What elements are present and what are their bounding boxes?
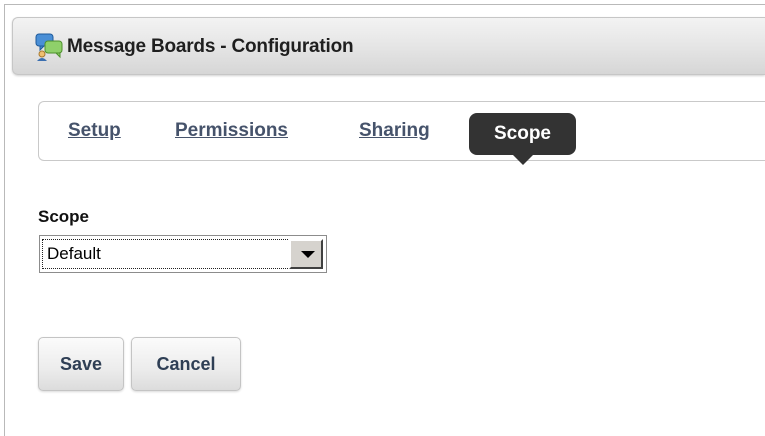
- chevron-down-icon: [301, 251, 315, 258]
- scope-label: Scope: [38, 207, 90, 226]
- scope-select[interactable]: Default: [39, 235, 327, 273]
- active-tab-pointer: [513, 155, 533, 165]
- portlet-title: Message Boards - Configuration: [67, 36, 354, 57]
- config-tab-bar: Setup Permissions Sharing Scope: [38, 101, 765, 165]
- tab-scope-label: Scope: [493, 123, 552, 144]
- cancel-button[interactable]: Cancel: [131, 337, 241, 391]
- tab-sharing[interactable]: Sharing: [359, 102, 430, 162]
- tab-permissions[interactable]: Permissions: [175, 102, 288, 162]
- scope-select-value: Default: [42, 239, 290, 269]
- message-boards-icon: [34, 31, 64, 61]
- portlet-title-bar: Message Boards - Configuration: [12, 17, 765, 75]
- save-button[interactable]: Save: [38, 337, 124, 391]
- tab-setup[interactable]: Setup: [68, 102, 121, 162]
- tab-scope[interactable]: Scope: [469, 113, 576, 165]
- scope-dropdown-button[interactable]: [289, 239, 323, 269]
